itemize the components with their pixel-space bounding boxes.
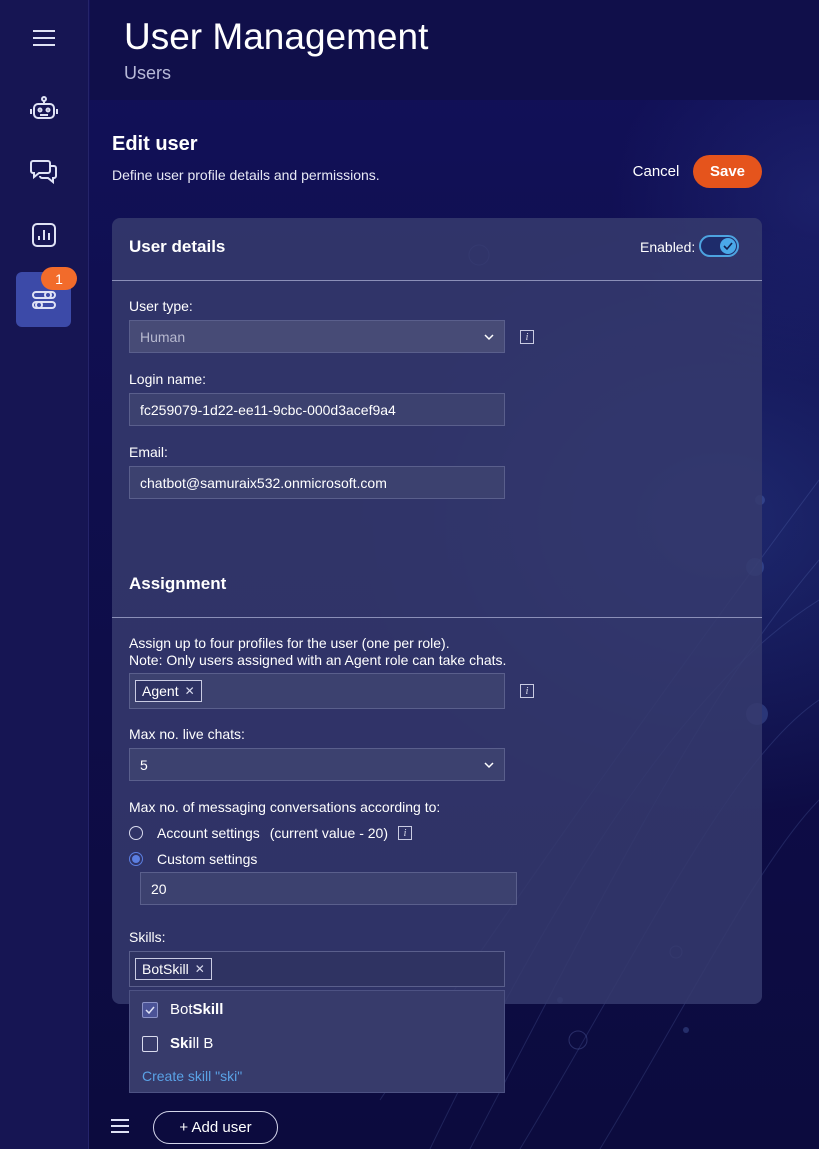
page-title: Edit user	[112, 133, 198, 155]
skills-dropdown: BotSkill Skill B Create skill "ski"	[129, 990, 505, 1093]
skills-input[interactable]: BotSkill ✕	[129, 951, 505, 987]
profile-tag-label: Agent	[142, 683, 179, 699]
user-type-select[interactable]: Human	[129, 320, 505, 353]
skill-option-skill-b[interactable]: Skill B	[142, 1035, 213, 1052]
sidebar: 1	[0, 0, 89, 1149]
sidebar-item-bots[interactable]	[16, 81, 71, 136]
skill-option-label: Skill B	[170, 1035, 214, 1052]
section-divider	[112, 617, 762, 618]
remove-tag-icon[interactable]: ✕	[195, 962, 205, 976]
login-name-label: Login name:	[129, 371, 207, 387]
sidebar-item-reports[interactable]	[16, 207, 71, 262]
checkbox-checked-icon	[142, 1001, 158, 1018]
assignment-title: Assignment	[129, 574, 227, 593]
remove-tag-icon[interactable]: ✕	[185, 684, 195, 698]
user-details-title: User details	[129, 237, 226, 256]
radio-checked	[129, 852, 143, 866]
menu-button[interactable]	[16, 10, 71, 65]
info-icon[interactable]: i	[520, 330, 534, 344]
app-title: User Management	[124, 16, 429, 57]
email-field[interactable]: chatbot@samuraix532.onmicrosoft.com	[129, 466, 505, 499]
info-icon[interactable]: i	[398, 826, 413, 840]
login-name-field[interactable]: fc259079-1d22-ee11-9cbc-000d3acef9a4	[129, 393, 505, 426]
max-messaging-label: Max no. of messaging conversations accor…	[129, 799, 441, 815]
sidebar-item-chats[interactable]	[16, 143, 71, 198]
add-user-button[interactable]: + Add user	[153, 1111, 278, 1144]
profile-tag: Agent ✕	[135, 680, 202, 702]
edit-user-card: User details Enabled: User type: Human i…	[112, 218, 762, 1004]
skill-option-label: BotSkill	[170, 1001, 224, 1018]
save-button[interactable]: Save	[693, 155, 762, 188]
profiles-note: Assign up to four profiles for the user …	[129, 635, 450, 651]
chevron-down-icon	[484, 761, 494, 768]
menu-icon	[32, 29, 55, 46]
page-description: Define user profile details and permissi…	[112, 167, 380, 183]
account-settings-radio[interactable]: Account settings (current value - 20) i	[129, 825, 413, 841]
user-type-value: Human	[140, 328, 186, 345]
app-header: User Management Users	[90, 0, 819, 100]
chat-icon	[29, 159, 57, 184]
list-menu-icon	[111, 1119, 129, 1133]
section-divider	[112, 280, 762, 281]
chevron-down-icon	[484, 333, 494, 340]
checkbox-unchecked-icon	[142, 1035, 158, 1052]
skill-tag: BotSkill ✕	[135, 958, 212, 980]
enabled-toggle[interactable]	[699, 235, 739, 257]
profiles-input[interactable]: Agent ✕	[129, 673, 505, 709]
skill-option-botskill[interactable]: BotSkill	[142, 1001, 223, 1018]
account-settings-label: Account settings	[157, 825, 260, 841]
email-label: Email:	[129, 444, 168, 460]
user-type-label: User type:	[129, 298, 193, 314]
skill-tag-label: BotSkill	[142, 961, 189, 977]
breadcrumb: Users	[124, 63, 172, 83]
custom-settings-field[interactable]: 20	[140, 872, 517, 905]
enabled-label: Enabled:	[640, 239, 696, 255]
account-settings-current: (current value - 20)	[269, 825, 389, 841]
max-live-chats-label: Max no. live chats:	[129, 726, 245, 742]
list-menu-button[interactable]	[111, 1118, 129, 1139]
radio-unchecked	[129, 826, 143, 840]
max-live-chats-value: 5	[140, 756, 148, 773]
cancel-button[interactable]: Cancel	[622, 156, 690, 186]
max-live-chats-select[interactable]: 5	[129, 748, 505, 781]
notification-badge: 1	[41, 267, 77, 290]
robot-icon	[29, 95, 58, 119]
custom-settings-label: Custom settings	[157, 851, 258, 867]
create-skill-link[interactable]: Create skill "ski"	[142, 1068, 242, 1084]
profiles-note-agent: Note: Only users assigned with an Agent …	[129, 652, 507, 668]
custom-settings-radio[interactable]: Custom settings	[129, 851, 257, 867]
chart-icon	[31, 222, 56, 247]
skills-label: Skills:	[129, 929, 166, 945]
settings-sliders-icon	[31, 290, 56, 309]
toggle-check-icon	[720, 238, 736, 254]
info-icon[interactable]: i	[520, 684, 534, 698]
